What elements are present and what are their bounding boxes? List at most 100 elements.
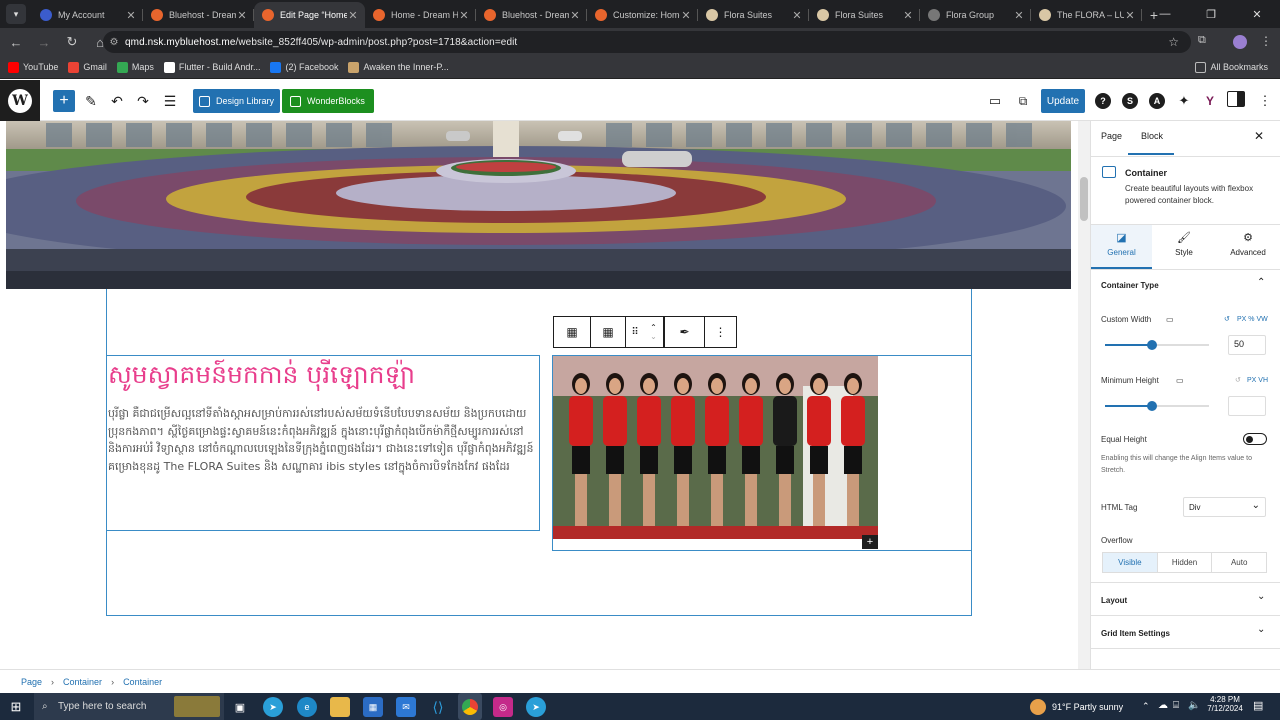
tray-chevron-icon[interactable]: ⌃	[1142, 701, 1150, 712]
close-window-button[interactable]: ✕	[1234, 0, 1280, 28]
close-tab-icon[interactable]: ✕	[125, 9, 137, 22]
grid-item-panel[interactable]: Grid Item Settings	[1101, 629, 1170, 638]
update-button[interactable]: Update	[1041, 89, 1085, 113]
responsive-desktop-icon[interactable]: ▭	[1166, 315, 1174, 324]
reset-icon[interactable]: ↺	[1235, 376, 1241, 384]
custom-width-input[interactable]: 50	[1228, 335, 1266, 355]
close-tab-icon[interactable]: ✕	[1013, 9, 1025, 22]
document-overview-icon[interactable]: ☰	[159, 90, 181, 112]
close-tab-icon[interactable]: ✕	[1124, 9, 1136, 22]
container-block-icon[interactable]: ▦	[591, 317, 626, 347]
tab-block[interactable]: Block	[1141, 131, 1163, 141]
astra-icon[interactable]: A	[1147, 91, 1167, 111]
telegram-icon[interactable]: ➤	[263, 697, 283, 717]
bookmark-item[interactable]: Maps	[116, 61, 154, 73]
options-menu-icon[interactable]: ⋮	[1255, 91, 1275, 111]
browser-tab[interactable]: Home - Dream Ho ✕	[365, 2, 476, 28]
weather-text[interactable]: 91°F Partly sunny	[1052, 702, 1123, 712]
browser-tab[interactable]: Customize: Home ✕	[587, 2, 698, 28]
layout-panel[interactable]: Layout	[1101, 596, 1127, 605]
min-height-input[interactable]	[1228, 396, 1266, 416]
minimize-button[interactable]: —	[1142, 0, 1188, 28]
view-page-external-icon[interactable]: ⧉	[1013, 91, 1033, 111]
tab-search-button[interactable]: ▾	[6, 4, 26, 24]
overflow-auto[interactable]: Auto	[1211, 553, 1266, 572]
overflow-hidden[interactable]: Hidden	[1156, 553, 1212, 572]
profile-avatar[interactable]	[1233, 35, 1247, 49]
canvas-scrollbar[interactable]	[1078, 121, 1090, 669]
browser-tab[interactable]: My Account ✕	[32, 2, 143, 28]
vscode-icon[interactable]: ⟨⟩	[428, 697, 448, 717]
breadcrumb-container[interactable]: Container	[63, 677, 102, 687]
tools-pencil-icon[interactable]: ✎	[80, 90, 102, 112]
preview-desktop-icon[interactable]: ▭	[985, 91, 1005, 111]
close-tab-icon[interactable]: ✕	[680, 9, 692, 22]
yoast-icon[interactable]: Y	[1200, 91, 1220, 111]
intro-paragraph[interactable]: បុរីផ្លា គឺជាជម្រើសល្អនៅទីតាំងស្កាអសម្រា…	[108, 405, 538, 475]
telegram-icon[interactable]: ➤	[526, 697, 546, 717]
network-icon[interactable]: ⌸	[1173, 700, 1179, 711]
browser-tab[interactable]: Bluehost - Dream ✕	[476, 2, 587, 28]
add-block-button[interactable]: +	[53, 90, 75, 112]
mail-icon[interactable]: ✉	[396, 697, 416, 717]
responsive-desktop-icon[interactable]: ▭	[1176, 376, 1184, 385]
html-tag-select[interactable]: Div ⌄	[1183, 497, 1266, 517]
close-tab-icon[interactable]: ✕	[902, 9, 914, 22]
team-photo[interactable]	[553, 356, 878, 539]
style-brush-icon[interactable]: ✒	[664, 317, 705, 347]
spectra-icon[interactable]: S	[1120, 91, 1140, 111]
bookmark-item[interactable]: Flutter - Build Andr...	[163, 61, 260, 73]
bookmark-item[interactable]: Gmail	[68, 61, 107, 73]
close-sidebar-icon[interactable]: ✕	[1254, 129, 1264, 143]
task-view-icon[interactable]: ▣	[230, 697, 250, 717]
drag-handle-icon[interactable]: ⠿	[626, 317, 644, 347]
chrome-icon[interactable]	[458, 693, 482, 720]
close-tab-icon[interactable]: ✕	[458, 9, 470, 22]
edge-icon[interactable]: e	[297, 697, 317, 717]
welcome-heading[interactable]: សូមស្វាគមន៍មកកាន់ បុរីឡោកឡ៉ា	[108, 359, 538, 391]
taskbar-search[interactable]: ⌕ Type here to search	[34, 693, 224, 720]
subtab-general[interactable]: ◪ General	[1091, 225, 1152, 269]
breadcrumb-page[interactable]: Page	[21, 677, 42, 687]
subtab-advanced[interactable]: ⚙ Advanced	[1216, 225, 1280, 269]
extensions-icon[interactable]: ⧉	[1198, 34, 1214, 50]
bookmark-item[interactable]: (2) Facebook	[270, 61, 338, 73]
browser-tab[interactable]: Flora Group ✕	[920, 2, 1031, 28]
bookmark-item[interactable]: YouTube	[8, 61, 58, 73]
redo-icon[interactable]: ↷	[132, 90, 154, 112]
min-height-units[interactable]: PX VH	[1247, 377, 1268, 384]
file-explorer-icon[interactable]	[330, 697, 350, 717]
chevron-down-icon[interactable]: ⌄	[1257, 591, 1265, 602]
forward-button[interactable]: →	[30, 30, 58, 54]
bookmark-item[interactable]: Awaken the Inner-P...	[348, 61, 449, 73]
block-inserter-plus[interactable]: +	[862, 535, 878, 549]
wonderblocks-button[interactable]: WonderBlocks	[282, 89, 374, 113]
browser-tab[interactable]: Flora Suites ✕	[809, 2, 920, 28]
close-tab-icon[interactable]: ✕	[791, 9, 803, 22]
overflow-visible[interactable]: Visible	[1103, 553, 1157, 572]
min-height-slider[interactable]	[1105, 401, 1209, 411]
browser-tab[interactable]: The FLORA – LUX✕	[1031, 2, 1142, 28]
onedrive-icon[interactable]: ☁	[1158, 700, 1168, 711]
equal-height-toggle[interactable]	[1243, 433, 1267, 445]
volume-icon[interactable]: 🔈	[1188, 700, 1200, 711]
browser-tab[interactable]: Bluehost - Dream ✕	[143, 2, 254, 28]
browser-tab[interactable]: Edit Page “Home” ✕	[254, 2, 365, 28]
container-type-heading[interactable]: Container Type	[1101, 281, 1159, 290]
wordpress-logo[interactable]: W	[0, 80, 40, 121]
all-bookmarks[interactable]: All Bookmarks	[1195, 61, 1268, 73]
address-bar[interactable]: ⚙ qmd.nsk.mybluehost.me/website_852ff405…	[103, 31, 1191, 53]
undo-icon[interactable]: ↶	[106, 90, 128, 112]
tab-page[interactable]: Page	[1101, 131, 1122, 141]
chevron-up-icon[interactable]: ⌃	[1257, 277, 1265, 288]
subtab-style[interactable]: 🖌 Style	[1152, 225, 1216, 269]
windows-start-icon[interactable]: ⊞	[6, 697, 26, 717]
close-tab-icon[interactable]: ✕	[569, 9, 581, 22]
back-button[interactable]: ←	[2, 30, 30, 54]
site-info-icon[interactable]: ⚙	[103, 37, 125, 48]
store-icon[interactable]: ▦	[363, 697, 383, 717]
ai-sparkle-icon[interactable]: ✦	[1174, 91, 1194, 111]
chevron-down-icon[interactable]: ⌄	[1257, 624, 1265, 635]
breadcrumb-container-current[interactable]: Container	[123, 677, 162, 687]
parent-container-icon[interactable]: ▦	[554, 317, 591, 347]
